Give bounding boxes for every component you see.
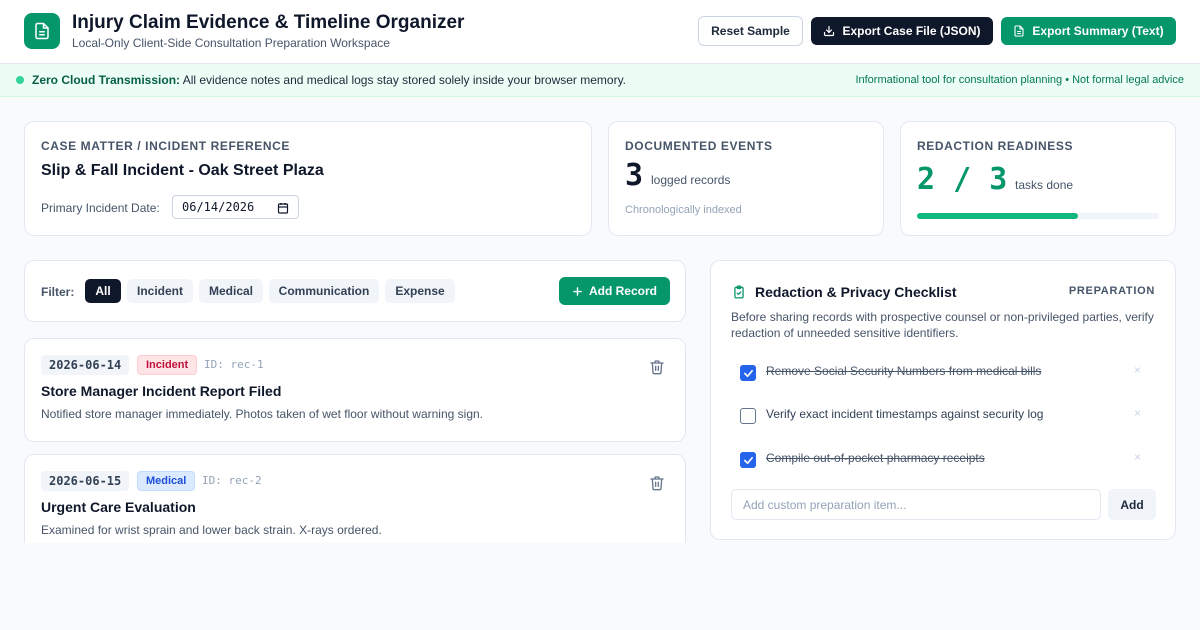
custom-item-input[interactable]: Add custom preparation item... [731,489,1101,520]
readiness-progress-bar [917,213,1159,219]
incident-date-label: Primary Incident Date: [41,201,160,215]
filter-bar: Filter: All Incident Medical Communicati… [24,260,686,322]
filter-chip-all[interactable]: All [85,279,121,303]
filter-chip-expense[interactable]: Expense [385,279,455,303]
app-header: Injury Claim Evidence & Timeline Organiz… [0,0,1200,64]
readiness-progress-fill [917,213,1079,219]
export-summary-label: Export Summary (Text) [1032,24,1164,38]
filter-chip-incident[interactable]: Incident [127,279,193,303]
add-record-button[interactable]: Add Record [559,277,670,305]
calendar-icon[interactable] [277,202,289,214]
record-description: Examined for wrist sprain and lower back… [41,523,382,537]
export-json-label: Export Case File (JSON) [842,24,981,38]
readiness-sub: tasks done [1015,178,1074,192]
incident-date-input[interactable]: 06/14/2026 [172,195,299,219]
filter-chip-medical[interactable]: Medical [199,279,263,303]
banner-body: All evidence notes and medical logs stay… [182,73,627,87]
case-label: CASE MATTER / INCIDENT REFERENCE [41,139,290,153]
checklist-checkbox[interactable] [740,365,756,381]
timeline-record: 2026-06-14 Incident ID: rec-1 Store Mana… [24,338,686,442]
incident-date-value: 06/14/2026 [182,200,255,214]
checklist-title: Redaction & Privacy Checklist [755,284,957,300]
remove-item-icon[interactable]: × [1134,450,1141,464]
file-text-icon [1014,25,1024,37]
checklist-item-text: Remove Social Security Numbers from medi… [766,364,1042,378]
trash-icon[interactable] [649,359,665,375]
checklist-item: Compile out-of-pocket pharmacy receipts … [731,446,1157,480]
disclaimer-text: Informational tool for consultation plan… [855,74,1184,86]
record-title: Store Manager Incident Report Filed [41,383,282,399]
filter-chip-communication[interactable]: Communication [269,279,379,303]
events-note: Chronologically indexed [625,204,742,216]
checklist-item: Remove Social Security Numbers from medi… [731,359,1157,393]
record-category-badge: Incident [137,355,198,375]
readiness-label: REDACTION READINESS [917,139,1074,153]
custom-item-placeholder: Add custom preparation item... [743,497,907,512]
app-title: Injury Claim Evidence & Timeline Organiz… [72,12,465,33]
case-matter-card: CASE MATTER / INCIDENT REFERENCE Slip & … [24,121,592,236]
filter-label: Filter: [41,285,75,299]
download-icon [824,25,835,37]
status-dot [16,76,24,84]
checklist-checkbox[interactable] [740,408,756,424]
trash-icon[interactable] [649,475,665,491]
check-icon [743,369,753,377]
redaction-readiness-card: REDACTION READINESS 2 / 3 tasks done [900,121,1176,236]
remove-item-icon[interactable]: × [1134,406,1141,420]
document-logo-icon [24,13,60,49]
record-date: 2026-06-14 [41,355,130,375]
events-count: 3 [625,158,644,193]
remove-item-icon[interactable]: × [1134,363,1141,377]
add-item-button[interactable]: Add [1108,489,1156,520]
checklist-checkbox[interactable] [740,452,756,468]
record-id: ID: rec-2 [202,474,262,487]
checklist-item-text: Verify exact incident timestamps against… [766,407,1044,421]
record-date: 2026-06-15 [41,471,130,491]
checklist-description: Before sharing records with prospective … [731,310,1154,340]
events-sub: logged records [651,173,731,187]
events-label: DOCUMENTED EVENTS [625,139,773,153]
export-json-button[interactable]: Export Case File (JSON) [811,17,993,45]
reset-sample-label: Reset Sample [711,24,790,38]
reset-sample-button[interactable]: Reset Sample [698,16,803,46]
plus-icon [573,286,582,296]
export-summary-button[interactable]: Export Summary (Text) [1001,17,1176,45]
record-title: Urgent Care Evaluation [41,499,196,515]
record-description: Notified store manager immediately. Phot… [41,407,483,421]
app-subtitle: Local-Only Client-Side Consultation Prep… [72,36,390,50]
checklist-item: Verify exact incident timestamps against… [731,402,1157,436]
privacy-banner: Zero Cloud Transmission: All evidence no… [0,64,1200,97]
checklist-badge: PREPARATION [1068,285,1155,297]
banner-message: Zero Cloud Transmission: All evidence no… [32,73,626,87]
check-icon [743,456,753,464]
banner-strong: Zero Cloud Transmission: [32,73,181,87]
checklist-item-text: Compile out-of-pocket pharmacy receipts [766,451,985,465]
add-record-label: Add Record [588,284,657,298]
clipboard-check-icon [734,285,744,299]
record-category-badge: Medical [137,471,196,491]
case-title[interactable]: Slip & Fall Incident - Oak Street Plaza [41,162,324,180]
readiness-value: 2 / 3 [917,162,1008,197]
viewport-cutoff [0,543,1200,630]
documented-events-card: DOCUMENTED EVENTS 3 logged records Chron… [608,121,884,236]
redaction-checklist-card: Redaction & Privacy Checklist PREPARATIO… [710,260,1176,540]
record-id: ID: rec-1 [204,358,264,371]
